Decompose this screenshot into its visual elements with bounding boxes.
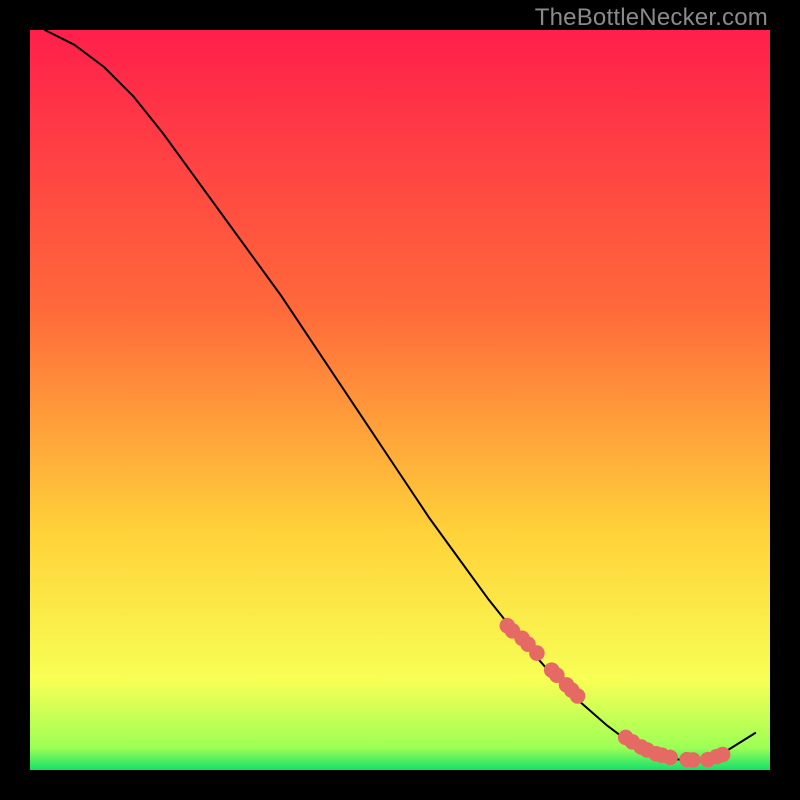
data-marker xyxy=(715,747,731,763)
data-marker xyxy=(529,645,545,661)
data-marker xyxy=(685,752,701,768)
chart-plot xyxy=(30,30,770,770)
watermark-text: TheBottleNecker.com xyxy=(535,4,768,32)
data-marker xyxy=(662,750,678,766)
gradient-background xyxy=(30,30,770,770)
data-marker xyxy=(570,688,586,704)
chart-stage: TheBottleNecker.com xyxy=(0,0,800,800)
